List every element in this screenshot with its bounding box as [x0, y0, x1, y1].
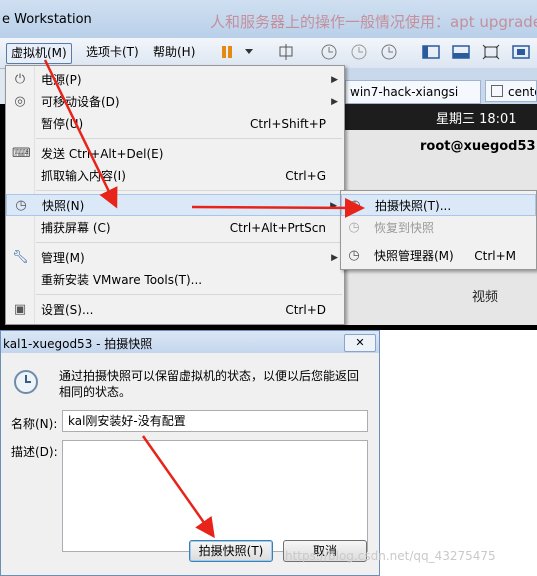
arrow-to-take-button	[141, 435, 215, 539]
annotation-arrows	[43, 59, 365, 539]
arrow-to-take-snapshot	[191, 197, 365, 218]
arrow-to-snapshot-menu	[43, 59, 118, 209]
